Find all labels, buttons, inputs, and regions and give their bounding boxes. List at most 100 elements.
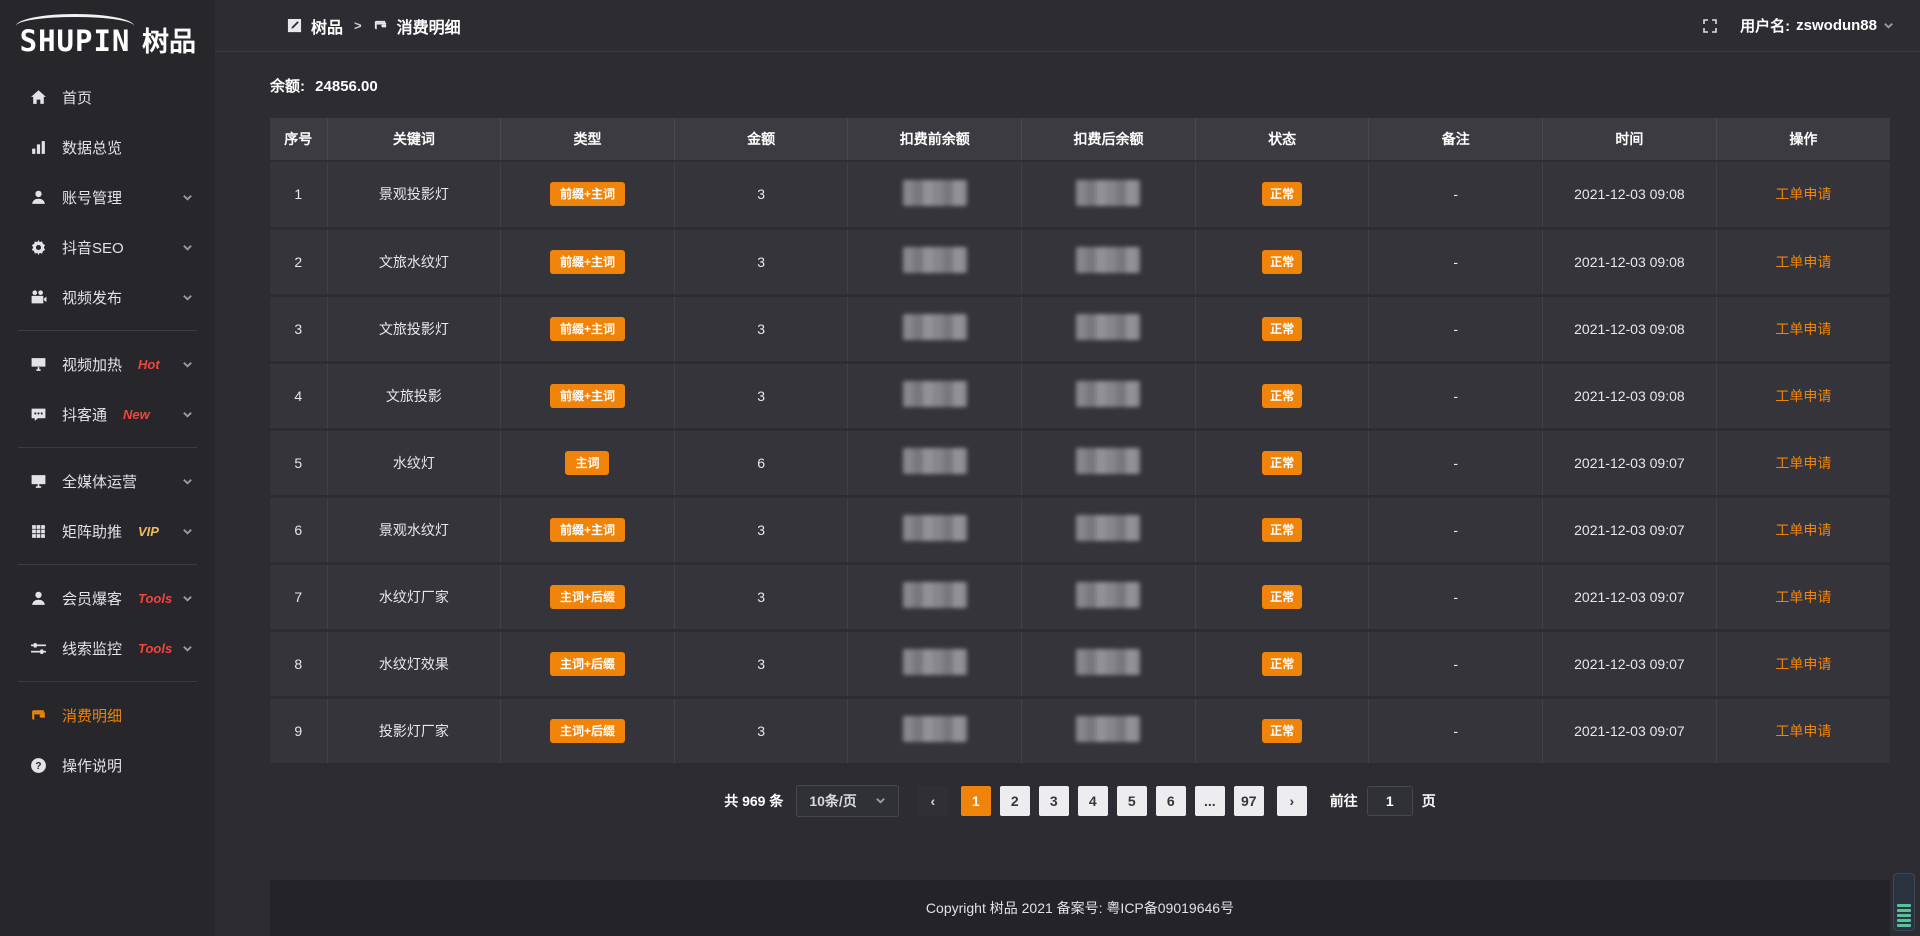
work-order-link[interactable]: 工单申请 (1775, 522, 1831, 538)
blurred-value (903, 582, 967, 608)
cell-keyword: 文旅投影灯 (327, 295, 501, 362)
balance: 余额: 24856.00 (270, 75, 1890, 96)
sidebar-item-label: 数据总览 (62, 137, 122, 158)
sidebar-item-matrix-boost[interactable]: 矩阵助推VIP (0, 506, 215, 556)
cell-time: 2021-12-03 09:07 (1543, 496, 1717, 563)
cell-amount: 3 (674, 496, 848, 563)
cell-time: 2021-12-03 09:08 (1543, 362, 1717, 429)
breadcrumb-root[interactable]: 树品 (311, 14, 343, 38)
sidebar-item-home[interactable]: 首页 (0, 72, 215, 122)
page-ellipsis-button[interactable]: ... (1195, 786, 1225, 816)
edit-square-icon (287, 18, 302, 33)
cell-action: 工单申请 (1716, 496, 1890, 563)
status-badge: 正常 (1262, 451, 1302, 475)
main-area: 树品 > 消费明细 用户名: zswodun88 (215, 0, 1920, 936)
page-button-4[interactable]: 4 (1078, 786, 1108, 816)
work-order-link[interactable]: 工单申请 (1775, 656, 1831, 672)
chevron-down-icon (182, 242, 193, 253)
consumption-table: 序号关键词类型金额扣费前余额扣费后余额状态备注时间操作 1景观投影灯前缀+主词3… (270, 118, 1890, 766)
prev-page-button[interactable]: ‹ (918, 786, 948, 816)
question-icon: ? (30, 757, 47, 774)
sidebar-item-douyin-seo[interactable]: 抖音SEO (0, 222, 215, 272)
work-order-link[interactable]: 工单申请 (1775, 589, 1831, 605)
cell-type: 前缀+主词 (501, 161, 675, 228)
column-header-0: 序号 (270, 118, 327, 161)
sidebar-item-consume-detail[interactable]: 消费明细 (0, 690, 215, 740)
cell-time: 2021-12-03 09:07 (1543, 697, 1717, 764)
cell-remark: - (1369, 563, 1543, 630)
page-button-6[interactable]: 6 (1156, 786, 1186, 816)
sidebar-item-member-burst[interactable]: 会员爆客Tools (0, 573, 215, 623)
cell-action: 工单申请 (1716, 563, 1890, 630)
work-order-link[interactable]: 工单申请 (1775, 321, 1831, 337)
blurred-value (903, 314, 967, 340)
cell-action: 工单申请 (1716, 697, 1890, 764)
work-order-link[interactable]: 工单申请 (1775, 388, 1831, 404)
sidebar-item-label: 操作说明 (62, 755, 122, 776)
blurred-value (1076, 649, 1140, 675)
fullscreen-icon[interactable] (1702, 18, 1718, 34)
top-bar: 树品 > 消费明细 用户名: zswodun88 (215, 0, 1920, 52)
table-row: 5水纹灯主词6正常-2021-12-03 09:07工单申请 (270, 429, 1890, 496)
status-badge: 正常 (1262, 719, 1302, 743)
sidebar-item-account-manage[interactable]: 账号管理 (0, 172, 215, 222)
sidebar-item-label: 线索监控 (62, 638, 122, 659)
status-badge: 正常 (1262, 317, 1302, 341)
column-header-6: 状态 (1195, 118, 1369, 161)
sidebar-item-douketong[interactable]: 抖客通New (0, 389, 215, 439)
chevron-right-icon: › (1289, 793, 1294, 809)
page-button-2[interactable]: 2 (1000, 786, 1030, 816)
breadcrumb-separator: > (352, 18, 364, 33)
goto-suffix: 页 (1422, 791, 1436, 811)
sidebar-item-video-heat[interactable]: 视频加热Hot (0, 339, 215, 389)
work-order-link[interactable]: 工单申请 (1775, 455, 1831, 471)
cell-no: 9 (270, 697, 327, 764)
user-menu[interactable]: 用户名: zswodun88 (1740, 15, 1894, 36)
work-order-link[interactable]: 工单申请 (1775, 186, 1831, 202)
sidebar-divider (18, 681, 197, 682)
cell-action: 工单申请 (1716, 228, 1890, 295)
page-size-value: 10条/页 (809, 791, 856, 811)
sidebar-item-all-media-ops[interactable]: 全媒体运营 (0, 456, 215, 506)
cell-balance-before (848, 228, 1022, 295)
sidebar-item-data-overview[interactable]: 数据总览 (0, 122, 215, 172)
logo-text-cn: 树品 (142, 28, 196, 56)
work-order-link[interactable]: 工单申请 (1775, 723, 1831, 739)
page-size-select[interactable]: 10条/页 (796, 785, 898, 817)
next-page-button[interactable]: › (1277, 786, 1307, 816)
corner-widget[interactable] (1893, 873, 1915, 931)
chevron-down-icon (182, 292, 193, 303)
page-button-3[interactable]: 3 (1039, 786, 1069, 816)
blurred-value (1076, 381, 1140, 407)
page-button-97[interactable]: 97 (1234, 786, 1264, 816)
cell-amount: 3 (674, 161, 848, 228)
sidebar-item-video-publish[interactable]: 视频发布 (0, 272, 215, 322)
type-badge: 前缀+主词 (550, 317, 625, 341)
page-button-1[interactable]: 1 (961, 786, 991, 816)
cell-no: 3 (270, 295, 327, 362)
table-row: 2文旅水纹灯前缀+主词3正常-2021-12-03 09:08工单申请 (270, 228, 1890, 295)
sidebar-item-operation-guide[interactable]: ? 操作说明 (0, 740, 215, 790)
sliders-icon (30, 640, 47, 657)
cell-time: 2021-12-03 09:07 (1543, 563, 1717, 630)
goto-page-input[interactable] (1367, 786, 1413, 816)
table-row: 9投影灯厂家主词+后缀3正常-2021-12-03 09:07工单申请 (270, 697, 1890, 764)
cell-keyword: 文旅投影 (327, 362, 501, 429)
work-order-link[interactable]: 工单申请 (1775, 254, 1831, 270)
page-button-5[interactable]: 5 (1117, 786, 1147, 816)
video-camera-icon (30, 289, 47, 306)
cell-keyword: 水纹灯 (327, 429, 501, 496)
sidebar-item-clue-monitor[interactable]: 线索监控Tools (0, 623, 215, 673)
cell-time: 2021-12-03 09:08 (1543, 161, 1717, 228)
cell-keyword: 文旅水纹灯 (327, 228, 501, 295)
brand-logo: SHUPIN 树品 (0, 0, 215, 64)
type-badge: 主词+后缀 (550, 652, 625, 676)
cell-remark: - (1369, 697, 1543, 764)
blurred-value (1076, 448, 1140, 474)
goto-page: 前往 页 (1330, 786, 1436, 816)
table-row: 7水纹灯厂家主词+后缀3正常-2021-12-03 09:07工单申请 (270, 563, 1890, 630)
cell-time: 2021-12-03 09:08 (1543, 228, 1717, 295)
member-icon (30, 590, 47, 607)
cell-balance-after (1022, 362, 1196, 429)
cell-amount: 3 (674, 563, 848, 630)
